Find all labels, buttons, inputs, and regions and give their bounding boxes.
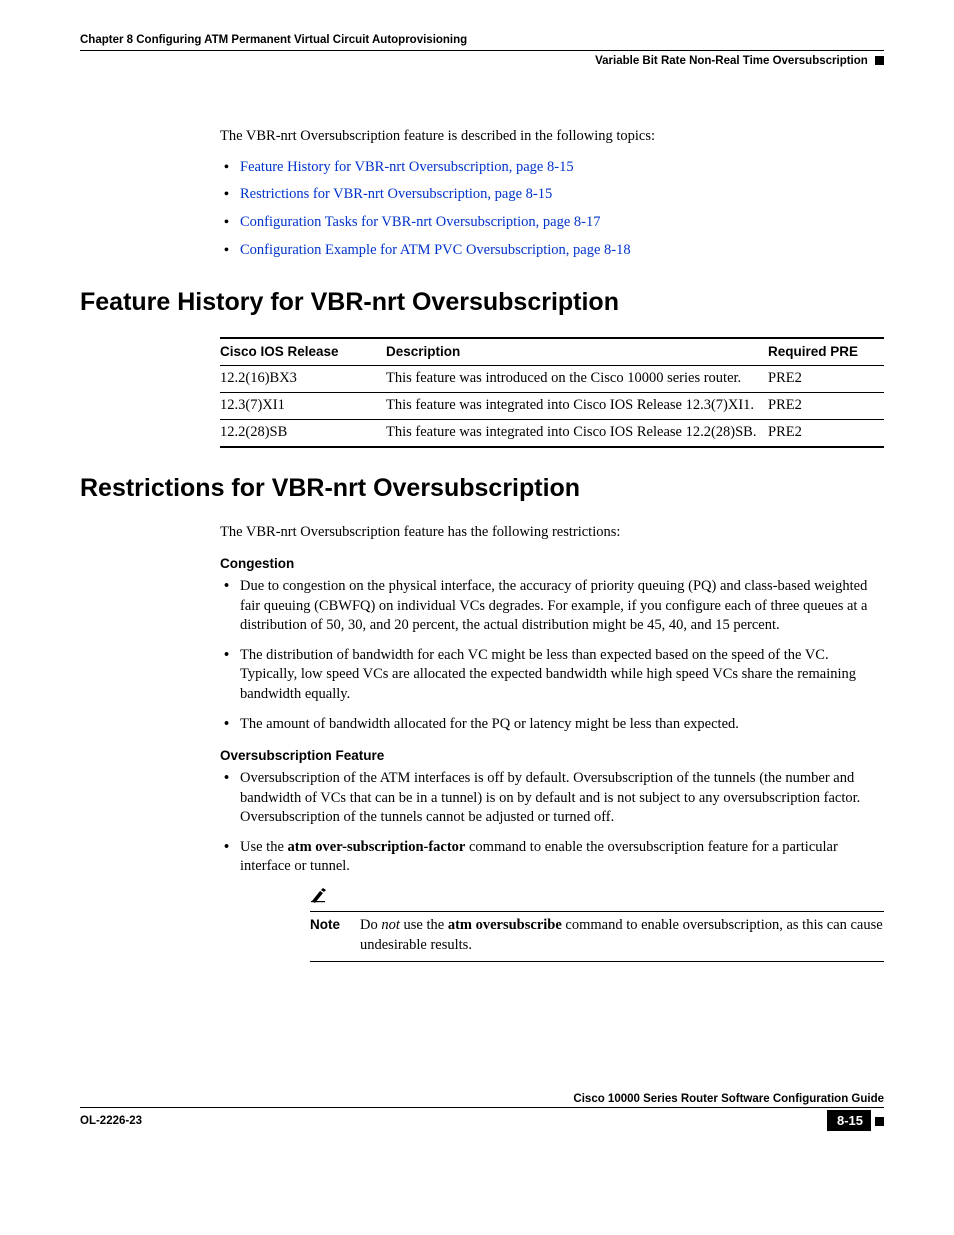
command-name: atm over-subscription-factor <box>288 839 466 855</box>
chapter-header: Chapter 8 Configuring ATM Permanent Virt… <box>80 34 467 46</box>
table-row: 12.3(7)XI1 This feature was integrated i… <box>220 392 884 419</box>
header-marker-icon <box>875 56 884 65</box>
list-item: The amount of bandwidth allocated for th… <box>220 715 884 735</box>
table-row: 12.2(28)SB This feature was integrated i… <box>220 419 884 447</box>
list-item: Use the atm over-subscription-factor com… <box>220 838 884 963</box>
cell-release: 12.2(16)BX3 <box>220 365 386 392</box>
th-release: Cisco IOS Release <box>220 338 386 366</box>
feature-history-heading: Feature History for VBR-nrt Oversubscrip… <box>80 288 884 317</box>
page-number: 8-15 <box>827 1110 871 1131</box>
section-header: Variable Bit Rate Non-Real Time Oversubs… <box>595 55 868 67</box>
topic-link[interactable]: Restrictions for VBR-nrt Oversubscriptio… <box>240 186 552 202</box>
table-row: 12.2(16)BX3 This feature was introduced … <box>220 365 884 392</box>
feature-history-table: Cisco IOS Release Description Required P… <box>220 337 884 448</box>
topic-link-list: Feature History for VBR-nrt Oversubscrip… <box>220 157 884 262</box>
restrictions-intro: The VBR-nrt Oversubscription feature has… <box>220 523 884 543</box>
footer-doc-id: OL-2226-23 <box>80 1115 142 1127</box>
list-item: Oversubscription of the ATM interfaces i… <box>220 769 884 828</box>
congestion-list: Due to congestion on the physical interf… <box>220 577 884 734</box>
page-footer: Cisco 10000 Series Router Software Confi… <box>80 1093 884 1130</box>
topic-link[interactable]: Configuration Tasks for VBR-nrt Oversubs… <box>240 214 601 230</box>
note-block: Note Do not use the atm oversubscribe co… <box>310 885 884 962</box>
footer-guide-title: Cisco 10000 Series Router Software Confi… <box>573 1093 884 1105</box>
note-text: Do not use the atm oversubscribe command… <box>360 916 884 955</box>
pencil-icon <box>310 885 884 909</box>
cell-description: This feature was integrated into Cisco I… <box>386 392 768 419</box>
th-description: Description <box>386 338 768 366</box>
congestion-subheading: Congestion <box>220 556 884 571</box>
restrictions-heading: Restrictions for VBR-nrt Oversubscriptio… <box>80 474 884 503</box>
cell-pre: PRE2 <box>768 392 884 419</box>
list-item: The distribution of bandwidth for each V… <box>220 646 884 705</box>
oversubscription-list: Oversubscription of the ATM interfaces i… <box>220 769 884 962</box>
cell-pre: PRE2 <box>768 365 884 392</box>
th-required-pre: Required PRE <box>768 338 884 366</box>
command-name: atm oversubscribe <box>448 917 562 933</box>
note-label: Note <box>310 916 344 934</box>
cell-description: This feature was introduced on the Cisco… <box>386 365 768 392</box>
topic-link[interactable]: Configuration Example for ATM PVC Oversu… <box>240 242 631 258</box>
intro-paragraph: The VBR-nrt Oversubscription feature is … <box>220 127 884 147</box>
cell-release: 12.2(28)SB <box>220 419 386 447</box>
footer-marker-icon <box>875 1117 884 1126</box>
oversubscription-subheading: Oversubscription Feature <box>220 748 884 763</box>
cell-pre: PRE2 <box>768 419 884 447</box>
topic-link[interactable]: Feature History for VBR-nrt Oversubscrip… <box>240 159 574 175</box>
cell-description: This feature was integrated into Cisco I… <box>386 419 768 447</box>
list-item: Due to congestion on the physical interf… <box>220 577 884 636</box>
cell-release: 12.3(7)XI1 <box>220 392 386 419</box>
